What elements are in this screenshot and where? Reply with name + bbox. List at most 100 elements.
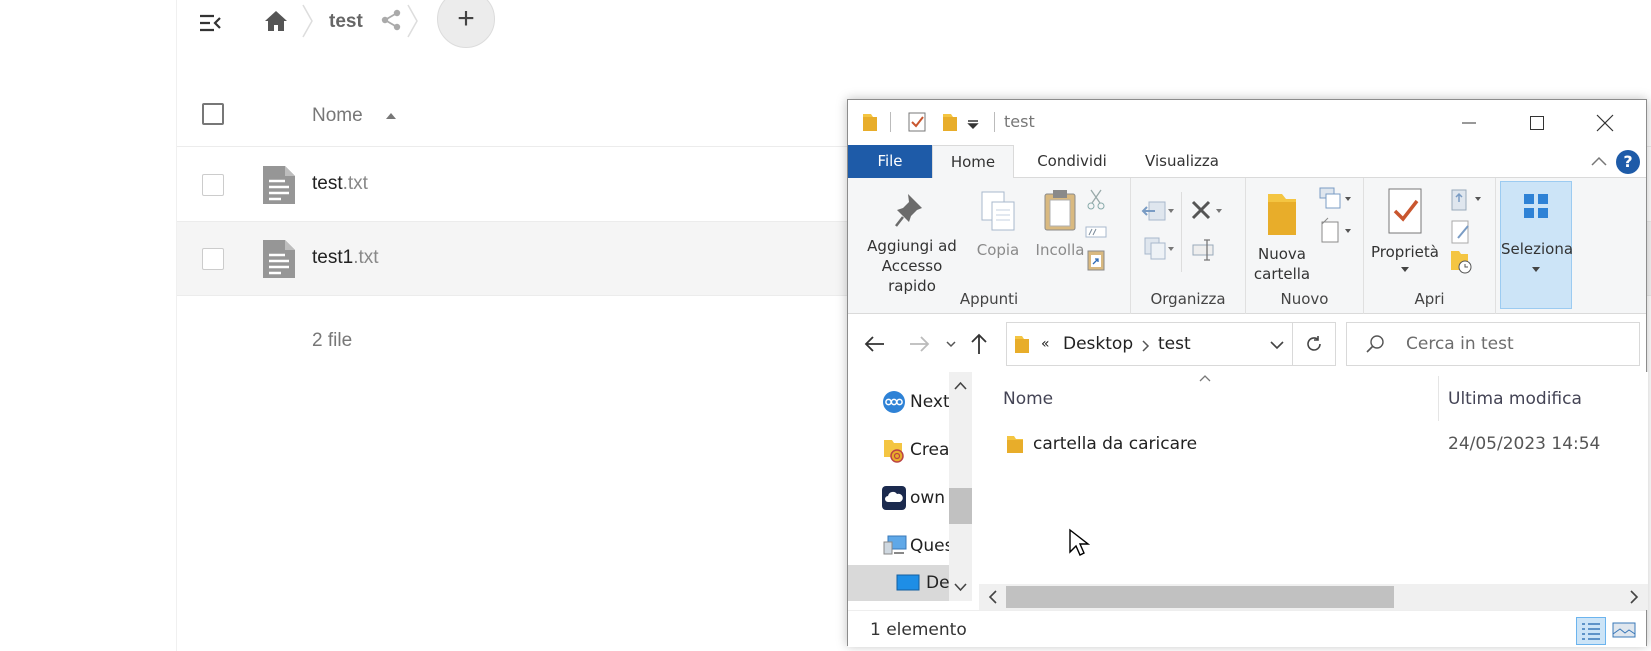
address-segment-test[interactable]: test [1158, 334, 1191, 354]
scroll-thumb[interactable] [949, 488, 972, 524]
details-view-button[interactable] [1576, 617, 1606, 645]
properties-button[interactable]: Proprietà [1368, 186, 1442, 274]
scroll-up-icon[interactable] [949, 376, 972, 396]
forward-arrow-icon[interactable] [906, 331, 932, 357]
column-name-header[interactable]: Nome [312, 105, 363, 127]
file-count-summary: 2 file [312, 330, 353, 351]
address-box[interactable]: « Desktop test [1006, 322, 1293, 366]
address-segment-desktop[interactable]: Desktop [1063, 334, 1133, 354]
nav-item-nextcloud[interactable]: Next [880, 384, 952, 420]
delete-icon[interactable] [1189, 196, 1225, 226]
navigation-pane-scrollbar[interactable] [949, 372, 972, 601]
file-name[interactable]: test.txt [312, 173, 368, 195]
file-row-checkbox[interactable] [202, 174, 224, 196]
scroll-left-icon[interactable] [983, 584, 1003, 610]
text-file-icon [263, 240, 295, 278]
desktop-icon [896, 574, 920, 591]
title-separator [994, 112, 995, 132]
tab-home[interactable]: Home [932, 145, 1014, 179]
new-folder-quick-icon[interactable] [940, 111, 960, 133]
ribbon: Aggiungi ad Accesso rapido Copia Incolla [848, 178, 1646, 314]
tab-view[interactable]: Visualizza [1128, 145, 1236, 178]
select-button[interactable]: Seleziona [1500, 181, 1573, 309]
tab-share[interactable]: Condividi [1022, 145, 1122, 178]
open-icon[interactable] [1448, 186, 1484, 214]
large-icons-view-button[interactable] [1610, 617, 1640, 645]
column-name-header[interactable]: Nome [1003, 389, 1053, 409]
share-icon[interactable] [380, 9, 402, 31]
address-separator-icon[interactable] [1141, 339, 1151, 353]
collapse-ribbon-icon[interactable] [1590, 153, 1608, 171]
nextcloud-icon [883, 391, 905, 413]
status-bar: 1 elemento [848, 610, 1646, 647]
select-all-checkbox[interactable] [202, 103, 224, 125]
paste-button[interactable]: Incolla [1030, 188, 1090, 260]
nav-item-desktop[interactable]: De [848, 565, 952, 601]
scroll-right-icon[interactable] [1624, 584, 1644, 610]
search-placeholder: Cerca in test [1406, 334, 1514, 354]
search-input[interactable]: Cerca in test [1346, 322, 1640, 366]
copy-icon [981, 191, 1015, 231]
paste-shortcut-icon[interactable] [1084, 248, 1108, 272]
move-to-icon[interactable] [1141, 196, 1175, 226]
group-open-label: Apri [1414, 290, 1445, 308]
menu-collapse-icon[interactable] [197, 10, 223, 36]
file-base-name: test1 [312, 247, 354, 268]
home-icon[interactable] [263, 8, 289, 34]
copy-to-icon[interactable] [1141, 234, 1175, 264]
nav-item-this-pc[interactable]: Ques [880, 528, 953, 564]
file-row-checkbox[interactable] [202, 248, 224, 270]
group-new: Nuova cartella Nuovo [1246, 178, 1364, 314]
copy-button[interactable]: Copia [971, 190, 1025, 260]
recent-locations-icon[interactable] [944, 331, 958, 357]
up-arrow-icon[interactable] [966, 331, 992, 357]
back-arrow-icon[interactable] [862, 331, 888, 357]
nav-item-creative-cloud[interactable]: Crea [880, 432, 952, 468]
minimize-button[interactable] [1435, 100, 1503, 145]
group-clipboard-label: Appunti [959, 290, 1019, 308]
new-item-icon[interactable] [1318, 186, 1354, 214]
group-open: Proprietà Apri [1364, 178, 1496, 314]
new-folder-icon [1268, 194, 1296, 235]
folder-icon [1007, 436, 1023, 453]
ribbon-tabs: File Home Condividi Visualizza ? [848, 145, 1646, 179]
file-name[interactable]: test1.txt [312, 247, 379, 269]
nav-item-owncloud[interactable]: own [880, 480, 952, 516]
item-modified-date: 24/05/2023 14:54 [1448, 434, 1601, 454]
close-button[interactable] [1571, 100, 1639, 145]
file-content-pane: Nome Ultima modifica cartella da caricar… [979, 372, 1648, 601]
properties-dropdown-icon[interactable] [1400, 266, 1410, 274]
title-separator [890, 112, 891, 132]
refresh-button[interactable] [1292, 322, 1336, 366]
content-horizontal-scrollbar[interactable] [979, 584, 1648, 610]
group-clipboard: Aggiungi ad Accesso rapido Copia Incolla [848, 178, 1131, 314]
customize-quick-access-icon[interactable] [966, 111, 980, 133]
nav-item-label: Crea [910, 440, 950, 460]
properties-label: Proprietà [1371, 243, 1439, 261]
rename-icon[interactable] [1191, 236, 1219, 264]
address-dropdown-icon[interactable] [1269, 340, 1285, 352]
scroll-down-icon[interactable] [949, 577, 972, 597]
maximize-button[interactable] [1503, 100, 1571, 145]
history-icon[interactable] [1448, 248, 1476, 276]
edit-icon[interactable] [1448, 218, 1476, 246]
scroll-thumb[interactable] [1006, 586, 1394, 608]
column-modified-header[interactable]: Ultima modifica [1448, 389, 1582, 409]
pin-quick-access-button[interactable]: Aggiungi ad Accesso rapido [856, 190, 968, 296]
properties-quick-icon[interactable] [906, 111, 928, 133]
new-item-button[interactable]: + [437, 0, 495, 48]
title-bar: test [848, 100, 1646, 145]
breadcrumb-current-folder[interactable]: test [329, 11, 363, 33]
group-new-label: Nuovo [1280, 290, 1329, 308]
cut-icon[interactable] [1084, 188, 1108, 212]
item-name[interactable]: cartella da caricare [1033, 434, 1197, 454]
large-icons-view-icon [1612, 622, 1636, 638]
easy-access-icon[interactable] [1318, 216, 1354, 246]
column-divider[interactable] [1438, 376, 1439, 421]
copy-label: Copia [976, 241, 1020, 259]
copy-path-icon[interactable] [1084, 220, 1108, 244]
new-folder-button[interactable]: Nuova cartella [1252, 188, 1312, 284]
tab-file[interactable]: File [848, 145, 932, 178]
help-button[interactable]: ? [1616, 150, 1640, 174]
address-overflow-chevron[interactable]: « [1041, 336, 1050, 352]
